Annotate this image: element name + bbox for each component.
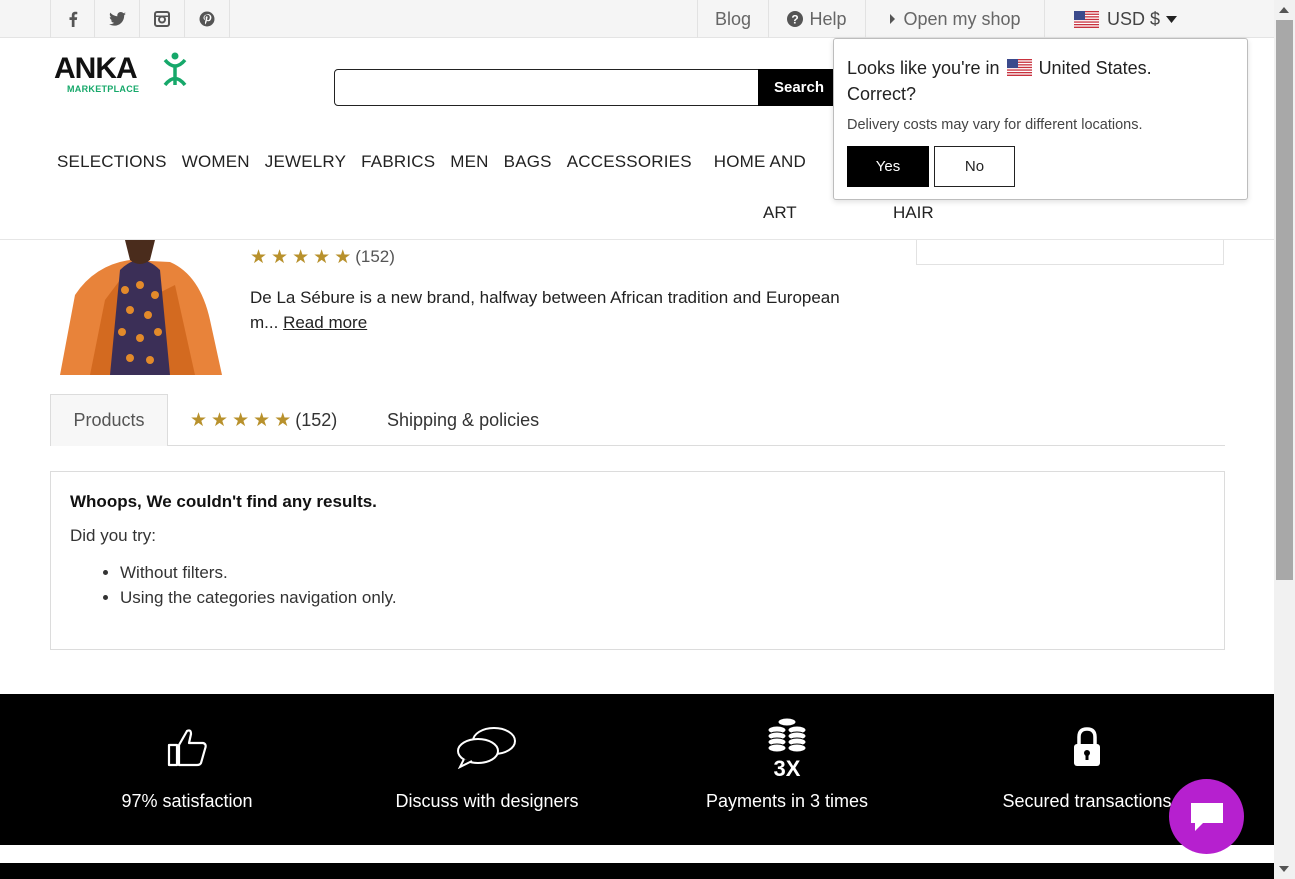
help-link[interactable]: ? Help (768, 0, 865, 38)
facebook-icon[interactable] (50, 0, 95, 38)
shop-side-panel (916, 240, 1224, 265)
page: Blog ? Help Open my shop USD $ ANKA MARK… (0, 0, 1295, 879)
logo-symbol-icon (163, 52, 187, 86)
scroll-up-arrow-icon[interactable] (1279, 7, 1289, 13)
location-country: United States. (1038, 58, 1152, 78)
blog-label: Blog (714, 8, 752, 29)
location-question-text: Looks like you're in (847, 58, 1000, 78)
star-icon: ★ (253, 409, 271, 431)
help-label: Help (809, 8, 847, 29)
suggestion-item: Without filters. (120, 560, 1205, 585)
social-links (50, 0, 230, 38)
chat-button[interactable] (1169, 779, 1244, 854)
caret-down-icon (1166, 15, 1177, 23)
star-icon: ★ (190, 409, 208, 431)
coins-3x-icon: 3X (755, 716, 819, 778)
feature-label: Secured transactions (1002, 791, 1172, 811)
location-no-button[interactable]: No (934, 146, 1015, 187)
nav-item-fabrics[interactable]: FABRICS (361, 152, 435, 176)
page-scrollbar[interactable] (1274, 0, 1295, 879)
us-flag-icon (1006, 59, 1032, 76)
location-confirm-text: Correct? (847, 84, 917, 104)
star-icon: ★ (292, 246, 310, 268)
top-links: Blog ? Help Open my shop USD $ (697, 0, 1204, 38)
search-input[interactable] (334, 69, 760, 106)
shop-rating: ★ ★ ★ ★ ★ (152) (250, 247, 395, 267)
location-popup: Looks like you're in United States. Corr… (833, 38, 1248, 200)
currency-selector[interactable]: USD $ (1044, 0, 1204, 38)
feature-discuss: Discuss with designers (367, 694, 607, 845)
read-more-link[interactable]: Read more (283, 313, 367, 332)
feature-label: Discuss with designers (395, 791, 579, 811)
shop-tabs: Products ★ ★ ★ ★ ★ (152) Shipping & poli… (50, 394, 1225, 446)
tab-shipping-label: Shipping & policies (387, 409, 540, 430)
twitter-icon[interactable] (95, 0, 140, 38)
tab-reviews[interactable]: ★ ★ ★ ★ ★ (152) (190, 394, 337, 446)
currency-label: USD $ (1106, 8, 1160, 29)
open-shop-label: Open my shop (903, 8, 1021, 29)
nav-item-bags[interactable]: BAGS (504, 152, 552, 176)
no-results-title: Whoops, We couldn't find any results. (70, 492, 377, 511)
tab-products-label: Products (73, 410, 145, 430)
feature-label: 97% satisfaction (121, 791, 253, 811)
star-icon: ★ (313, 246, 331, 268)
star-icon: ★ (274, 409, 292, 431)
suggestion-list: Without filters. Using the categories na… (120, 560, 1205, 610)
tab-reviews-count: (152) (295, 409, 338, 430)
search-button[interactable]: Search (758, 69, 840, 106)
pinterest-icon[interactable] (185, 0, 230, 38)
feature-label: Payments in 3 times (705, 791, 869, 811)
anka-logo[interactable]: ANKA MARKETPLACE (54, 52, 190, 96)
padlock-icon (1055, 716, 1119, 778)
star-icon: ★ (334, 246, 352, 268)
footer-strip (0, 863, 1274, 879)
nav-item-men[interactable]: MEN (450, 152, 488, 176)
scroll-down-arrow-icon[interactable] (1279, 866, 1289, 872)
location-question: Looks like you're in United States. Corr… (847, 55, 1234, 107)
feature-payments: 3X Payments in 3 times (677, 694, 897, 845)
nav-item-hair[interactable]: HAIR (893, 203, 934, 223)
caret-right-icon (890, 14, 896, 24)
logo-wordmark: ANKA (54, 52, 138, 85)
logo-subtitle: MARKETPLACE (67, 84, 140, 94)
blog-link[interactable]: Blog (697, 0, 768, 38)
star-icon: ★ (271, 246, 289, 268)
chat-bubble-icon (1190, 802, 1223, 831)
instagram-icon[interactable] (140, 0, 185, 38)
nav-item-home-and[interactable]: HOME AND (714, 152, 806, 176)
nav-item-accessories[interactable]: ACCESSORIES (567, 152, 692, 176)
no-results-prompt: Did you try: (70, 526, 156, 545)
suggestion-item: Using the categories navigation only. (120, 585, 1205, 610)
us-flag-icon (1073, 10, 1099, 28)
review-count: (152) (355, 247, 395, 266)
tab-products[interactable]: Products (50, 394, 168, 446)
nav-item-art[interactable]: ART (763, 203, 797, 223)
tab-shipping[interactable]: Shipping & policies (387, 394, 539, 446)
star-icon: ★ (250, 246, 268, 268)
shop-description: De La Sébure is a new brand, halfway bet… (250, 285, 870, 335)
svg-text:3X: 3X (774, 756, 801, 778)
star-icon: ★ (232, 409, 250, 431)
thumbs-up-icon (155, 716, 219, 778)
open-shop-link[interactable]: Open my shop (865, 0, 1044, 38)
feature-satisfaction: 97% satisfaction (87, 694, 287, 845)
location-note: Delivery costs may vary for different lo… (847, 117, 1143, 133)
main-nav: SELECTIONS WOMEN JEWELRY FABRICS MEN BAG… (57, 152, 821, 176)
question-circle-icon: ? (787, 11, 804, 27)
scrollbar-thumb[interactable] (1276, 20, 1293, 580)
star-icon: ★ (211, 409, 229, 431)
nav-item-selections[interactable]: SELECTIONS (57, 152, 167, 176)
shop-banner-image (50, 240, 222, 375)
top-bar: Blog ? Help Open my shop USD $ (0, 0, 1274, 38)
features-band: 97% satisfaction Discuss with designers … (0, 694, 1274, 845)
nav-item-jewelry[interactable]: JEWELRY (265, 152, 346, 176)
feature-secured: Secured transactions (977, 694, 1197, 845)
location-yes-button[interactable]: Yes (847, 146, 929, 187)
no-results-panel: Whoops, We couldn't find any results. Di… (50, 471, 1225, 650)
speech-bubbles-icon (455, 716, 519, 778)
svg-text:?: ? (792, 13, 799, 27)
nav-item-women[interactable]: WOMEN (182, 152, 250, 176)
